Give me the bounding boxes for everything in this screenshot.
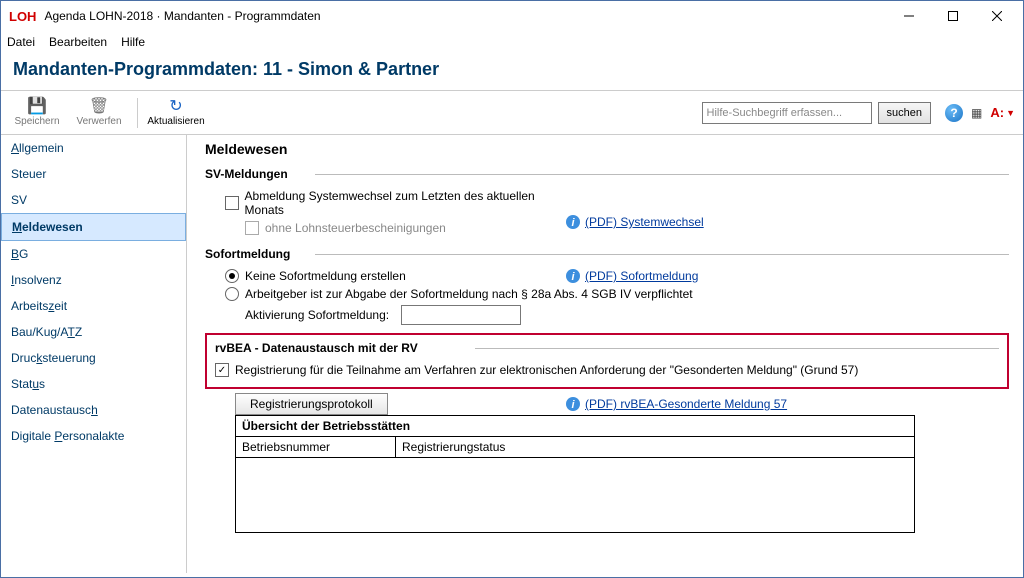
refresh-button[interactable]: ↻ Aktualisieren	[148, 98, 204, 127]
radio-icon	[225, 287, 239, 301]
link-pdf-rvbea-gesonderte-meldung[interactable]: (PDF) rvBEA-Gesonderte Meldung 57	[585, 397, 787, 411]
save-label: Speichern	[14, 116, 59, 127]
info-icon: i	[565, 396, 581, 412]
rvbea-highlight-box: rvBEA - Datenaustausch mit der RV ✓ Regi…	[205, 333, 1009, 389]
help-icon[interactable]: ?	[945, 104, 963, 122]
checkbox-ohne-lohnsteuer: ohne Lohnsteuerbescheinigungen	[205, 219, 565, 237]
radio-keine-sofortmeldung[interactable]: Keine Sofortmeldung erstellen	[205, 267, 565, 285]
checkbox-abmeldung-label: Abmeldung Systemwechsel zum Letzten des …	[245, 189, 565, 217]
discard-icon: 🗑	[89, 98, 109, 116]
sidebar-item-allgemein[interactable]: Allgemein	[1, 135, 186, 161]
sidebar-item-meldewesen[interactable]: Meldewesen	[1, 213, 186, 241]
activation-label: Aktivierung Sofortmeldung:	[245, 308, 395, 322]
save-icon: 💾	[27, 98, 47, 116]
content-heading: Meldewesen	[205, 141, 1009, 157]
overview-title: Übersicht der Betriebsstätten	[236, 416, 914, 437]
sidebar-item-personalakte[interactable]: Digitale Personalakte	[1, 423, 186, 449]
menu-bar: Datei Bearbeiten Hilfe	[1, 31, 1023, 53]
menu-file[interactable]: Datei	[7, 35, 35, 49]
radio-arbeitgeber-verpflichtet[interactable]: Arbeitgeber ist zur Abgabe der Sofortmel…	[205, 285, 1009, 303]
registrierungsprotokoll-button[interactable]: Registrierungsprotokoll	[235, 393, 388, 415]
checkbox-abmeldung-systemwechsel[interactable]: Abmeldung Systemwechsel zum Letzten des …	[205, 187, 565, 219]
registrierungsprotokoll-label: Registrierungsprotokoll	[250, 397, 373, 411]
sidebar-item-datenaustausch[interactable]: Datenaustausch	[1, 397, 186, 423]
sidebar-item-insolvenz[interactable]: Insolvenz	[1, 267, 186, 293]
overview-table: Übersicht der Betriebsstätten Betriebsnu…	[235, 415, 915, 533]
brand-logo: LOH	[9, 9, 36, 24]
info-icon: i	[565, 214, 581, 230]
activation-sofortmeldung-row: Aktivierung Sofortmeldung:	[205, 303, 1009, 327]
sidebar-item-drucksteuerung[interactable]: Drucksteuerung	[1, 345, 186, 371]
section-sofortmeldung-title: Sofortmeldung	[205, 247, 1009, 261]
section-rvbea-title-label: rvBEA - Datenaustausch mit der RV	[215, 341, 418, 355]
agenda-dropdown[interactable]: A: ▼	[990, 105, 1015, 120]
checkbox-icon	[225, 196, 239, 210]
sidebar-item-bau-kug-atz[interactable]: Bau/Kug/ATZ	[1, 319, 186, 345]
calc-icon[interactable]: ▦	[971, 106, 982, 120]
window-maximize-button[interactable]	[931, 2, 975, 30]
discard-label: Verwerfen	[76, 116, 121, 127]
link-pdf-sofortmeldung[interactable]: (PDF) Sofortmeldung	[585, 269, 698, 283]
window-title: Agenda LOHN-2018 · Mandanten - Programmd…	[44, 9, 320, 23]
window-minimize-button[interactable]	[887, 2, 931, 30]
save-button[interactable]: 💾 Speichern	[9, 98, 65, 127]
checkbox-rvbea-registrierung[interactable]: ✓ Registrierung für die Teilnahme am Ver…	[215, 361, 999, 379]
checkbox-icon: ✓	[215, 363, 229, 377]
page-header: Mandanten-Programmdaten: 11 - Simon & Pa…	[1, 53, 1023, 91]
overview-body-empty	[236, 458, 914, 532]
overview-col-registrierungstatus[interactable]: Registrierungstatus	[396, 437, 914, 457]
sidebar-item-status[interactable]: Status	[1, 371, 186, 397]
section-rvbea-title: rvBEA - Datenaustausch mit der RV	[215, 341, 999, 355]
discard-button[interactable]: 🗑 Verwerfen	[71, 98, 127, 127]
sidebar-item-arbeitszeit[interactable]: Arbeitszeit	[1, 293, 186, 319]
checkbox-ohne-label: ohne Lohnsteuerbescheinigungen	[265, 221, 446, 235]
menu-edit[interactable]: Bearbeiten	[49, 35, 107, 49]
checkbox-icon	[245, 221, 259, 235]
menu-help[interactable]: Hilfe	[121, 35, 145, 49]
help-search-placeholder: Hilfe-Suchbegriff erfassen...	[707, 107, 843, 119]
checkbox-rvbea-label: Registrierung für die Teilnahme am Verfa…	[235, 363, 858, 377]
toolbar: 💾 Speichern 🗑 Verwerfen ↻ Aktualisieren …	[1, 91, 1023, 135]
sidebar-item-steuer[interactable]: Steuer	[1, 161, 186, 187]
help-search-input[interactable]: Hilfe-Suchbegriff erfassen...	[702, 102, 872, 124]
agenda-a-icon: A:	[990, 105, 1004, 120]
window-close-button[interactable]	[975, 2, 1019, 30]
radio-arbeitgeber-label: Arbeitgeber ist zur Abgabe der Sofortmel…	[245, 287, 693, 301]
chevron-down-icon: ▼	[1006, 108, 1015, 118]
help-search-button[interactable]: suchen	[878, 102, 931, 124]
refresh-icon: ↻	[169, 98, 182, 116]
radio-keine-label: Keine Sofortmeldung erstellen	[245, 269, 406, 283]
section-sv-meldungen-title: SV-Meldungen	[205, 167, 1009, 181]
content-pane: Meldewesen SV-Meldungen Abmeldung System…	[187, 135, 1023, 573]
link-pdf-systemwechsel[interactable]: (PDF) Systemwechsel	[585, 215, 704, 229]
sidebar-nav: Allgemein Steuer SV Meldewesen BG Insolv…	[1, 135, 187, 573]
activation-date-input[interactable]	[401, 305, 521, 325]
overview-col-betriebsnummer[interactable]: Betriebsnummer	[236, 437, 396, 457]
toolbar-separator	[137, 98, 138, 128]
info-icon: i	[565, 268, 581, 284]
refresh-label: Aktualisieren	[147, 116, 204, 127]
sidebar-item-bg[interactable]: BG	[1, 241, 186, 267]
sidebar-item-sv[interactable]: SV	[1, 187, 186, 213]
radio-icon	[225, 269, 239, 283]
help-search-button-label: suchen	[887, 107, 922, 119]
overview-header-row: Betriebsnummer Registrierungstatus	[236, 437, 914, 458]
window-titlebar: LOH Agenda LOHN-2018 · Mandanten - Progr…	[1, 1, 1023, 31]
